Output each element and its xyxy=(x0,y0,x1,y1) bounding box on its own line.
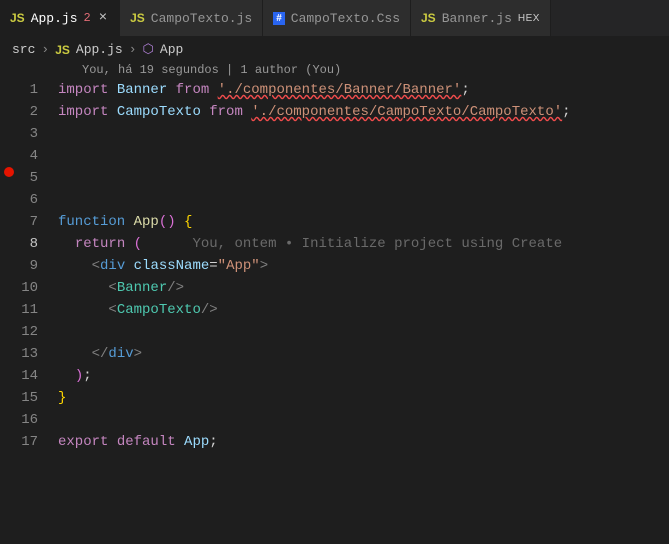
breadcrumb-folder: src xyxy=(12,42,35,57)
line-number: 3 xyxy=(18,123,58,145)
line-number: 13 xyxy=(18,343,58,365)
tab-label: CampoTexto.js xyxy=(151,11,252,26)
breakpoint-icon[interactable] xyxy=(4,167,14,177)
breadcrumb[interactable]: src › JS App.js › ⬡ App xyxy=(0,36,669,63)
code-line: 6 xyxy=(0,189,669,211)
code-line: 17 export default App; xyxy=(0,431,669,453)
code-line: 8 return ( You, ontem • Initialize proje… xyxy=(0,233,669,255)
symbol-icon: ⬡ xyxy=(143,42,154,57)
code-line: 9 <div className="App"> xyxy=(0,255,669,277)
chevron-right-icon: › xyxy=(129,42,137,57)
code-line: 13 </div> xyxy=(0,343,669,365)
code-line: 12 xyxy=(0,321,669,343)
code-line: 2 import CampoTexto from './componentes/… xyxy=(0,101,669,123)
line-number: 16 xyxy=(18,409,58,431)
code-line: 11 <CampoTexto/> xyxy=(0,299,669,321)
tab-campotexto-css[interactable]: # CampoTexto.Css xyxy=(263,0,411,36)
tab-campotexto-js[interactable]: JS CampoTexto.js xyxy=(120,0,263,36)
code-line: 10 <Banner/> xyxy=(0,277,669,299)
tab-bar: JS App.js 2 × JS CampoTexto.js # CampoTe… xyxy=(0,0,669,36)
line-number: 1 xyxy=(18,79,58,101)
code-line: 4 xyxy=(0,145,669,167)
line-number: 5 xyxy=(18,167,58,189)
breadcrumb-symbol: App xyxy=(160,42,183,57)
line-number: 12 xyxy=(18,321,58,343)
js-icon: JS xyxy=(421,11,436,25)
tab-problems-badge: 2 xyxy=(84,11,91,25)
line-number: 11 xyxy=(18,299,58,321)
line-number: 4 xyxy=(18,145,58,167)
git-blame-ghost: You, ontem • Initialize project using Cr… xyxy=(192,236,562,252)
code-line: 16 xyxy=(0,409,669,431)
tab-label: CampoTexto.Css xyxy=(291,11,400,26)
codelens-author[interactable]: You, há 19 segundos | 1 author (You) xyxy=(0,63,669,79)
tab-app-js[interactable]: JS App.js 2 × xyxy=(0,0,120,36)
tab-label: App.js xyxy=(31,11,78,26)
line-number: 2 xyxy=(18,101,58,123)
code-line: 5 xyxy=(0,167,669,189)
breadcrumb-file: App.js xyxy=(76,42,123,57)
line-number: 6 xyxy=(18,189,58,211)
css-icon: # xyxy=(273,12,285,25)
breakpoint-gutter[interactable] xyxy=(0,167,18,177)
line-number: 14 xyxy=(18,365,58,387)
line-number: 15 xyxy=(18,387,58,409)
line-number: 9 xyxy=(18,255,58,277)
tab-label: Banner.js xyxy=(442,11,512,26)
line-number: 8 xyxy=(18,233,58,255)
code-line: 14 ); xyxy=(0,365,669,387)
code-line: 7 function App() { xyxy=(0,211,669,233)
chevron-right-icon: › xyxy=(41,42,49,57)
code-line: 1 import Banner from './componentes/Bann… xyxy=(0,79,669,101)
hex-badge: HEX xyxy=(518,13,540,24)
line-number: 10 xyxy=(18,277,58,299)
js-icon: JS xyxy=(10,11,25,25)
code-line: 3 xyxy=(0,123,669,145)
line-number: 7 xyxy=(18,211,58,233)
line-number: 17 xyxy=(18,431,58,453)
code-line: 15 } xyxy=(0,387,669,409)
code-editor[interactable]: You, há 19 segundos | 1 author (You) 1 i… xyxy=(0,63,669,453)
js-icon: JS xyxy=(130,11,145,25)
js-icon: JS xyxy=(55,43,70,57)
close-icon[interactable]: × xyxy=(97,10,109,26)
tab-banner-js[interactable]: JS Banner.js HEX xyxy=(411,0,551,36)
